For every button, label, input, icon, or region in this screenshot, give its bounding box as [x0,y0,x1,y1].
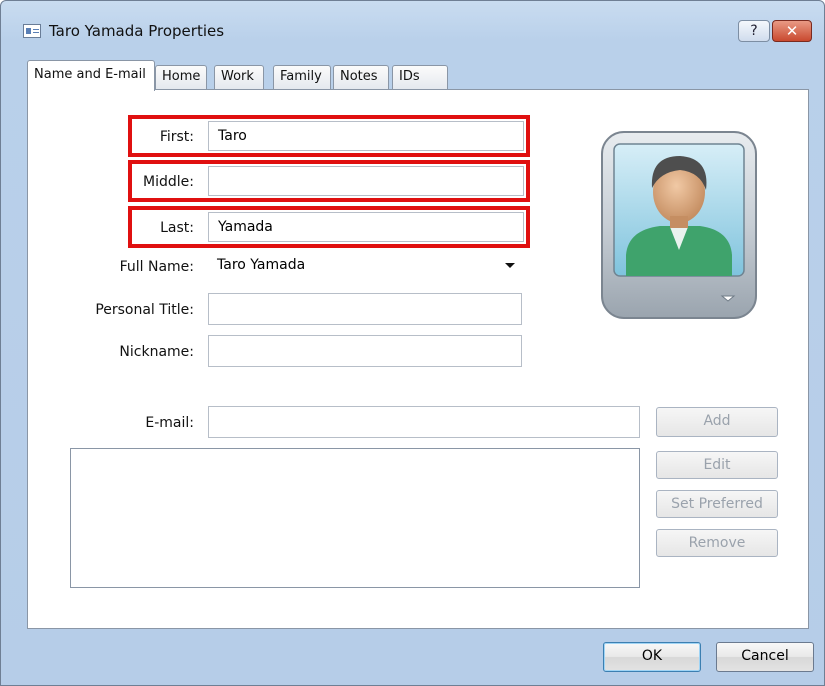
full-name-label: Full Name: [119,259,194,275]
email-list[interactable] [70,448,640,588]
tab-notes[interactable]: Notes [333,65,389,90]
close-button[interactable]: ✕ [772,20,812,42]
window-title: Taro Yamada Properties [49,22,225,40]
nickname-field[interactable] [208,335,522,367]
first-name-field[interactable]: Taro [208,121,524,151]
contact-card-icon [23,24,41,38]
tab-home[interactable]: Home [155,65,207,90]
first-label: First: [159,129,194,145]
tab-family[interactable]: Family [273,65,331,90]
full-name-dropdown[interactable]: Taro Yamada [208,251,522,281]
last-name-field[interactable]: Yamada [208,212,524,242]
middle-label: Middle: [143,174,194,190]
personal-title-field[interactable] [208,293,522,325]
email-field[interactable] [208,406,640,438]
last-label: Last: [160,220,194,236]
remove-email-button[interactable]: Remove [656,529,778,557]
help-button[interactable]: ? [738,20,770,42]
personal-title-label: Personal Title: [95,302,194,318]
dropdown-arrow-icon[interactable] [505,263,515,268]
tab-work[interactable]: Work [214,65,264,90]
title-bar[interactable]: Taro Yamada Properties ? ✕ [1,1,824,42]
nickname-label: Nickname: [119,344,194,360]
tab-name-and-email[interactable]: Name and E-mail [27,60,155,91]
email-label: E-mail: [145,415,194,431]
edit-email-button[interactable]: Edit [656,451,778,479]
middle-name-field[interactable] [208,166,524,196]
ok-button[interactable]: OK [603,642,701,672]
contact-picture[interactable] [600,130,758,320]
name-email-panel: First: Taro Middle: Last: Yamada Full Na… [27,89,809,629]
set-preferred-button[interactable]: Set Preferred [656,490,778,518]
cancel-button[interactable]: Cancel [716,642,814,672]
add-email-button[interactable]: Add [656,407,778,437]
contact-properties-dialog: Taro Yamada Properties ? ✕ Name and E-ma… [0,0,825,686]
tab-ids[interactable]: IDs [392,65,448,90]
full-name-value: Taro Yamada [217,257,306,273]
